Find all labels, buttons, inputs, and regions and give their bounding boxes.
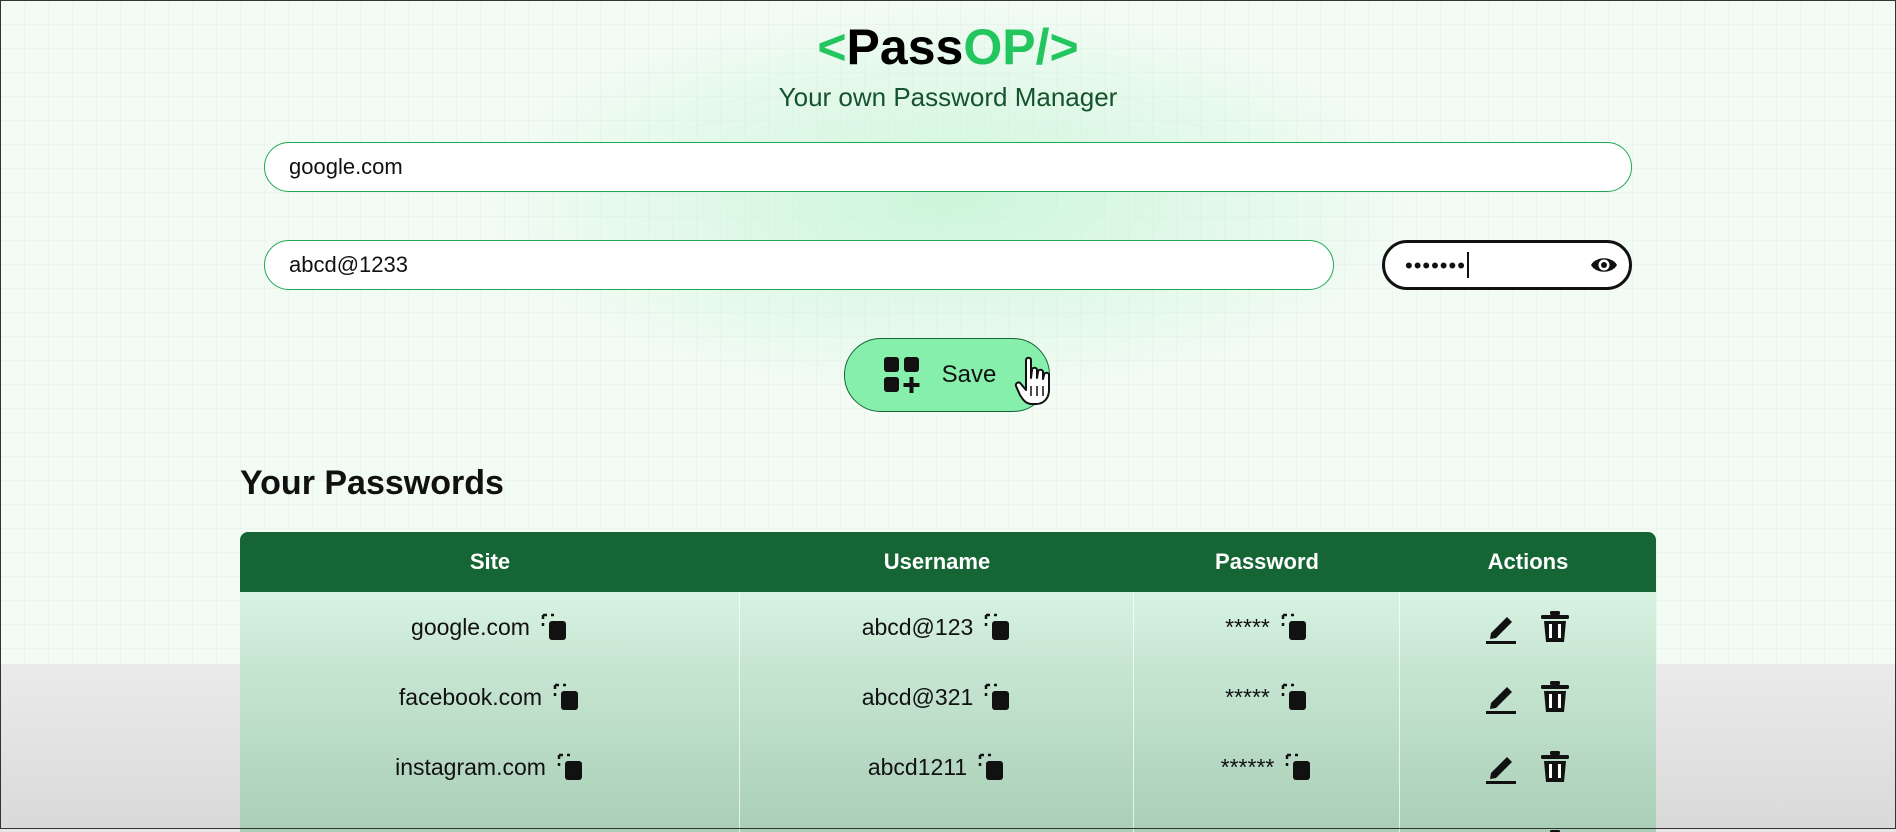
username-cell: abcd1211 bbox=[867, 753, 968, 780]
password-masked-value: ••••••• bbox=[1405, 253, 1466, 278]
copy-icon[interactable] bbox=[540, 612, 568, 642]
logo-close-bracket: /> bbox=[1035, 19, 1079, 75]
column-header-password: Password bbox=[1215, 549, 1319, 574]
app-logo: <PassOP/> bbox=[0, 18, 1896, 76]
app-tagline: Your own Password Manager bbox=[778, 82, 1118, 112]
logo-open-bracket: < bbox=[817, 19, 847, 75]
copy-icon[interactable] bbox=[977, 752, 1005, 782]
column-header-site: Site bbox=[469, 549, 511, 574]
copy-icon[interactable] bbox=[1280, 682, 1308, 712]
pencil-icon[interactable] bbox=[1483, 749, 1519, 785]
pencil-icon[interactable] bbox=[1483, 679, 1519, 715]
add-grid-icon bbox=[883, 357, 920, 393]
copy-icon[interactable] bbox=[556, 752, 584, 782]
logo-op: OP bbox=[963, 19, 1036, 75]
copy-icon[interactable] bbox=[983, 682, 1011, 712]
logo-pass: Pass bbox=[846, 19, 964, 75]
copy-icon[interactable] bbox=[983, 612, 1011, 642]
table-row: instagram.com abcd1211 ****** bbox=[240, 732, 1656, 802]
table-header: Site Username Password Actions bbox=[240, 532, 1656, 592]
table-body: google.com abcd@123 ***** facebook.com a… bbox=[240, 592, 1656, 832]
site-cell: instagram.com bbox=[395, 753, 546, 780]
save-button[interactable]: Save bbox=[844, 338, 1050, 412]
eye-icon[interactable] bbox=[1589, 253, 1619, 277]
trash-icon[interactable] bbox=[1537, 609, 1573, 645]
table-row: google.com abcd@123 ***** bbox=[240, 592, 1656, 662]
copy-icon[interactable] bbox=[1284, 752, 1312, 782]
password-cell: ****** bbox=[1220, 753, 1275, 780]
site-cell: facebook.com bbox=[398, 683, 543, 710]
password-input[interactable]: ••••••• bbox=[1382, 240, 1632, 290]
copy-icon[interactable] bbox=[552, 682, 580, 712]
text-caret bbox=[1466, 252, 1469, 278]
table-row: facebook.com abcd@321 ***** bbox=[240, 662, 1656, 732]
passwords-table: Site Username Password Actions google.co… bbox=[240, 532, 1656, 832]
column-header-username: Username bbox=[883, 549, 991, 574]
trash-icon[interactable] bbox=[1537, 749, 1573, 785]
username-cell: abcd@123 bbox=[861, 613, 974, 640]
table-row bbox=[240, 802, 1656, 832]
site-cell: google.com bbox=[411, 613, 530, 640]
password-cell: ***** bbox=[1225, 683, 1270, 710]
username-input[interactable] bbox=[264, 240, 1334, 290]
column-header-actions: Actions bbox=[1487, 549, 1569, 574]
passwords-section-title: Your Passwords bbox=[240, 464, 504, 502]
site-input[interactable] bbox=[264, 142, 1632, 192]
save-button-label: Save bbox=[941, 361, 997, 388]
copy-icon[interactable] bbox=[1280, 612, 1308, 642]
username-cell: abcd@321 bbox=[861, 683, 974, 710]
pencil-icon[interactable] bbox=[1483, 609, 1519, 645]
trash-icon[interactable] bbox=[1537, 679, 1573, 715]
password-cell: ***** bbox=[1225, 613, 1270, 640]
